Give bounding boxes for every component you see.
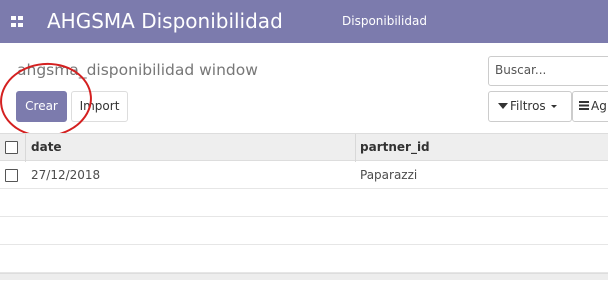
breadcrumb: ahgsma_disponibilidad window	[17, 61, 258, 79]
row-checkbox[interactable]	[5, 169, 18, 182]
column-divider	[25, 134, 26, 162]
table-row-empty	[0, 189, 608, 217]
apps-menu-icon[interactable]	[11, 16, 23, 27]
table-row-empty	[0, 217, 608, 245]
cell-date: 27/12/2018	[31, 168, 101, 182]
create-button[interactable]: Crear	[16, 91, 67, 122]
select-all-checkbox[interactable]	[5, 141, 18, 154]
filters-button[interactable]: Filtros	[488, 91, 572, 122]
column-divider	[355, 134, 356, 162]
menu-item-disponibilidad[interactable]: Disponibilidad	[342, 13, 427, 29]
search-input[interactable]	[495, 63, 605, 77]
table-row[interactable]: 27/12/2018 Paparazzi	[0, 161, 608, 189]
caret-down-icon	[550, 105, 557, 108]
table-footer	[0, 273, 608, 280]
import-button[interactable]: Import	[71, 91, 128, 122]
cell-partner-id: Paparazzi	[360, 168, 418, 182]
column-header-partner-id[interactable]: partner_id	[360, 140, 430, 155]
filters-label: Filtros	[510, 99, 546, 113]
column-header-date[interactable]: date	[31, 140, 62, 155]
group-by-label: Ag	[591, 99, 607, 113]
table-header: date partner_id	[0, 133, 608, 162]
filter-icon	[498, 102, 508, 109]
top-navbar: AHGSMA Disponibilidad Disponibilidad	[0, 0, 608, 43]
group-by-button[interactable]: Ag	[572, 91, 608, 122]
table-row-empty	[0, 245, 608, 273]
app-title: AHGSMA Disponibilidad	[47, 9, 283, 33]
search-box[interactable]	[488, 56, 608, 86]
bars-icon	[579, 101, 589, 110]
